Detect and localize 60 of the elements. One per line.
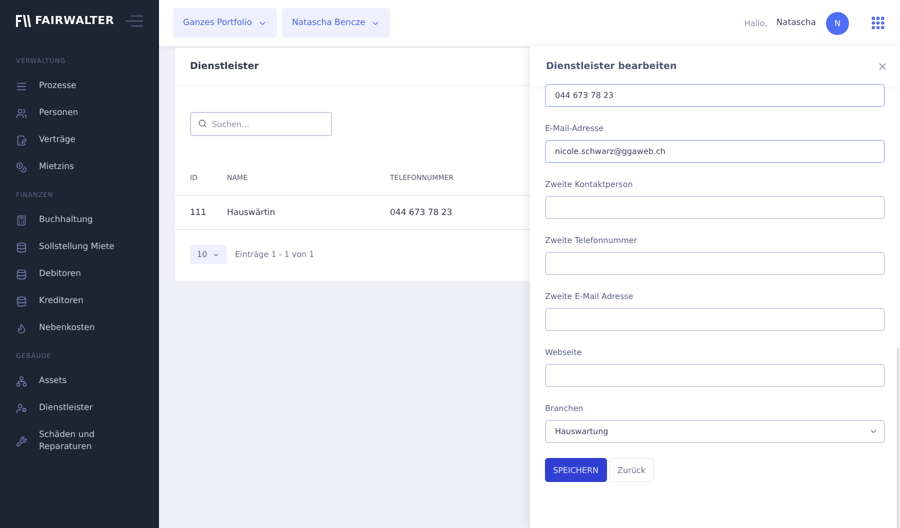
sidebar-item[interactable]: Personen <box>16 102 159 124</box>
sidebar-item[interactable]: Nebenkosten <box>16 317 159 339</box>
table-cell-text: 044 673 78 23 <box>390 208 454 218</box>
coins-icon <box>16 162 27 172</box>
field-label: Webseite <box>545 348 583 357</box>
sidebar-item[interactable]: Verträge <box>16 129 159 151</box>
chevron-icon <box>869 427 878 436</box>
avatar[interactable]: N <box>826 12 849 34</box>
field-label: Zweite Kontaktperson <box>545 180 634 189</box>
search-field[interactable]: Suchen... <box>190 112 332 136</box>
list-icon <box>16 80 27 92</box>
field-label: E-Mail-Adresse <box>545 124 605 133</box>
database-icon <box>16 268 27 280</box>
input-field[interactable] <box>545 364 885 387</box>
field-label: Zweite E-Mail Adresse <box>545 292 634 301</box>
table-cell-text: 111 <box>190 208 208 218</box>
input-field[interactable] <box>545 308 885 331</box>
scrollbar[interactable] <box>897 348 899 528</box>
card-title: Dienstleister <box>190 61 259 72</box>
back-button[interactable]: Zurück <box>608 458 654 482</box>
menu-icon[interactable] <box>125 14 143 26</box>
panel-title: Dienstleister bearbeiten <box>546 60 677 72</box>
brand-name: FAIRWALTER <box>35 14 114 27</box>
sidebar-item[interactable]: Debitoren <box>16 263 159 285</box>
network-icon <box>16 376 27 386</box>
table-cell-text: Hauswärtin <box>227 208 276 218</box>
logo-icon <box>16 14 32 26</box>
input-field[interactable] <box>545 196 885 219</box>
sidebar-item[interactable]: Buchhaltung <box>16 209 159 231</box>
input-field[interactable] <box>545 252 885 275</box>
calculator-icon <box>16 214 27 226</box>
page-size-select[interactable]: 10 <box>190 245 227 264</box>
sidebar-item[interactable]: Dienstleister <box>16 397 159 419</box>
wrench-icon <box>16 436 27 446</box>
flame-icon <box>16 322 27 334</box>
sidebar-item[interactable]: Prozesse <box>16 75 159 97</box>
field-label: Branchen <box>545 404 584 413</box>
search-icon <box>198 119 207 128</box>
close-icon[interactable] <box>877 60 888 72</box>
user-name: Natascha <box>776 18 816 28</box>
save-button[interactable]: SPEICHERN <box>545 458 607 482</box>
users-icon <box>16 108 27 118</box>
filter-dropdown[interactable]: Ganzes Portfolio <box>173 8 277 38</box>
database-icon <box>16 242 27 252</box>
sidebar-item[interactable]: Sollstellung Miete <box>16 236 159 258</box>
input-field[interactable]: 044 673 78 23 <box>545 84 885 107</box>
filter-dropdown[interactable]: Natascha Bencze <box>282 8 390 38</box>
sidebar-item[interactable]: Assets <box>16 370 159 392</box>
user-gear-icon <box>16 402 27 414</box>
database-icon <box>16 296 27 306</box>
input-field[interactable]: nicole.schwarz@ggaweb.ch <box>545 140 885 163</box>
sidebar-item[interactable]: Mietzins <box>16 156 159 178</box>
select-field[interactable]: Hauswartung <box>545 420 885 443</box>
sidebar-item[interactable]: Schäden und Reparaturen <box>16 424 159 458</box>
sidebar-item[interactable]: Kreditoren <box>16 290 159 312</box>
apps-grid-icon[interactable] <box>870 15 886 31</box>
file-pen-icon <box>16 134 27 146</box>
greeting: Hallo, <box>744 18 768 28</box>
field-label: Zweite Telefonnummer <box>545 236 638 245</box>
page-info: Einträge 1 - 1 von 1 <box>235 250 314 259</box>
